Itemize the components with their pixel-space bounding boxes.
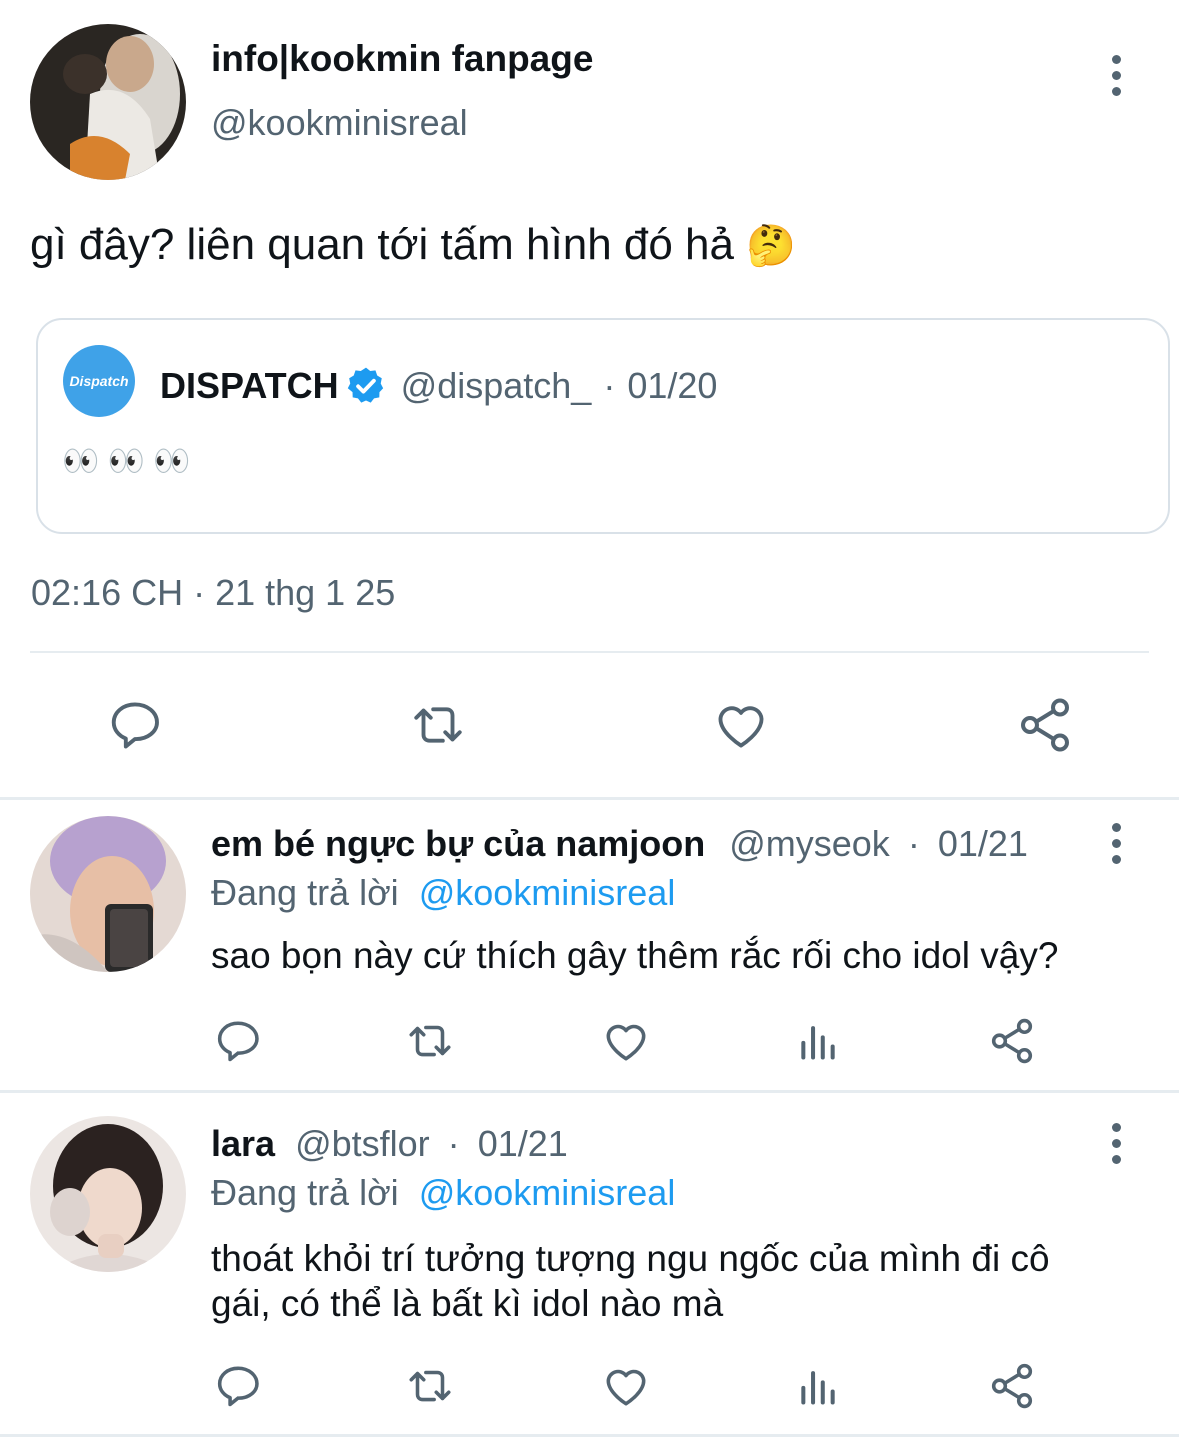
tweet-timestamp[interactable]: 02:16 CH · 21 thg 1 25 (31, 572, 395, 614)
divider (30, 651, 1149, 653)
reply-handle[interactable]: @myseok (729, 823, 890, 864)
thinking-emoji-icon: 🤔 (746, 224, 797, 268)
share-icon (1021, 698, 1069, 752)
reply-display-name[interactable]: em bé ngực bự của namjoon (211, 823, 705, 864)
quoted-tweet-header: DISPATCH @dispatch_ · 01/20 (160, 365, 717, 407)
like-button[interactable] (596, 1358, 656, 1414)
reply-handle[interactable]: @btsflor (295, 1123, 430, 1164)
avatar-btsflor[interactable] (30, 1116, 186, 1272)
reply-text: sao bọn này cứ thích gây thêm rắc rối ch… (211, 935, 1059, 976)
reply-button[interactable] (208, 1358, 268, 1414)
quoted-tweet-text: 👀 👀 👀 (62, 445, 191, 478)
replying-mention-link[interactable]: @kookminisreal (419, 872, 676, 913)
replying-prefix: Đang trả lời (211, 872, 399, 913)
share-icon (991, 1018, 1033, 1064)
retweet-button[interactable] (398, 1013, 462, 1069)
replying-mention-link[interactable]: @kookminisreal (419, 1172, 676, 1213)
views-button[interactable] (790, 1358, 846, 1414)
views-icon (801, 1371, 835, 1405)
dispatch-logo-text: Dispatch (69, 373, 129, 389)
reply-icon (217, 1021, 259, 1062)
verified-badge-icon (347, 367, 383, 403)
share-button[interactable] (982, 1358, 1042, 1414)
retweet-button[interactable] (402, 692, 474, 758)
reply-text-line: gái, có thể là bất kì idol nào mà (211, 1283, 724, 1324)
reply-display-name[interactable]: lara (211, 1123, 275, 1164)
quoted-display-name[interactable]: DISPATCH (160, 365, 339, 407)
divider (0, 797, 1179, 800)
retweet-icon (414, 707, 462, 743)
replying-prefix: Đang trả lời (211, 1172, 399, 1213)
avatar-dispatch[interactable]: Dispatch (63, 345, 135, 417)
share-button[interactable] (1010, 692, 1080, 758)
like-icon (718, 706, 764, 748)
retweet-button[interactable] (398, 1358, 462, 1414)
views-button[interactable] (790, 1013, 846, 1069)
tweet-text: gì đây? liên quan tới tấm hình đó hả 🤔 (30, 220, 796, 270)
like-button[interactable] (596, 1013, 656, 1069)
avatar-myseok[interactable] (30, 816, 186, 972)
reply-date[interactable]: 01/21 (938, 823, 1028, 864)
reply-icon (217, 1366, 259, 1407)
quoted-separator: · (603, 365, 616, 406)
like-icon (606, 1369, 646, 1406)
quoted-date[interactable]: 01/20 (627, 365, 717, 407)
reply-separator: · (907, 823, 920, 864)
share-button[interactable] (982, 1013, 1042, 1069)
divider (0, 1090, 1179, 1093)
tweet-text-body: gì đây? liên quan tới tấm hình đó hả (30, 220, 734, 269)
like-button[interactable] (706, 692, 776, 758)
more-icon[interactable] (1096, 813, 1136, 873)
reply-text: thoát khỏi trí tưởng tượng ngu ngốc của … (211, 1236, 1050, 1326)
retweet-icon (409, 1025, 451, 1057)
quoted-handle[interactable]: @dispatch_ (401, 365, 592, 407)
author-handle[interactable]: @kookminisreal (211, 102, 468, 144)
retweet-icon (409, 1370, 451, 1402)
reply-header: em bé ngực bự của namjoon @myseok · 01/2… (211, 823, 1028, 865)
replying-to: Đang trả lời @kookminisreal (211, 872, 675, 914)
like-icon (606, 1024, 646, 1061)
reply-header: lara @btsflor · 01/21 (211, 1123, 568, 1165)
reply-button[interactable] (208, 1013, 268, 1069)
more-icon[interactable] (1096, 45, 1136, 105)
share-icon (991, 1363, 1033, 1409)
reply-date[interactable]: 01/21 (478, 1123, 568, 1164)
author-display-name[interactable]: info|kookmin fanpage (211, 38, 593, 80)
reply-icon (111, 702, 159, 749)
views-icon (801, 1026, 835, 1060)
replying-to: Đang trả lời @kookminisreal (211, 1172, 675, 1214)
quoted-tweet-card[interactable] (36, 318, 1170, 534)
more-icon[interactable] (1096, 1113, 1136, 1173)
reply-separator: · (447, 1123, 460, 1164)
reply-button[interactable] (100, 692, 170, 758)
reply-text-line: thoát khỏi trí tưởng tượng ngu ngốc của … (211, 1238, 1050, 1279)
avatar-kookmin[interactable] (30, 24, 186, 180)
